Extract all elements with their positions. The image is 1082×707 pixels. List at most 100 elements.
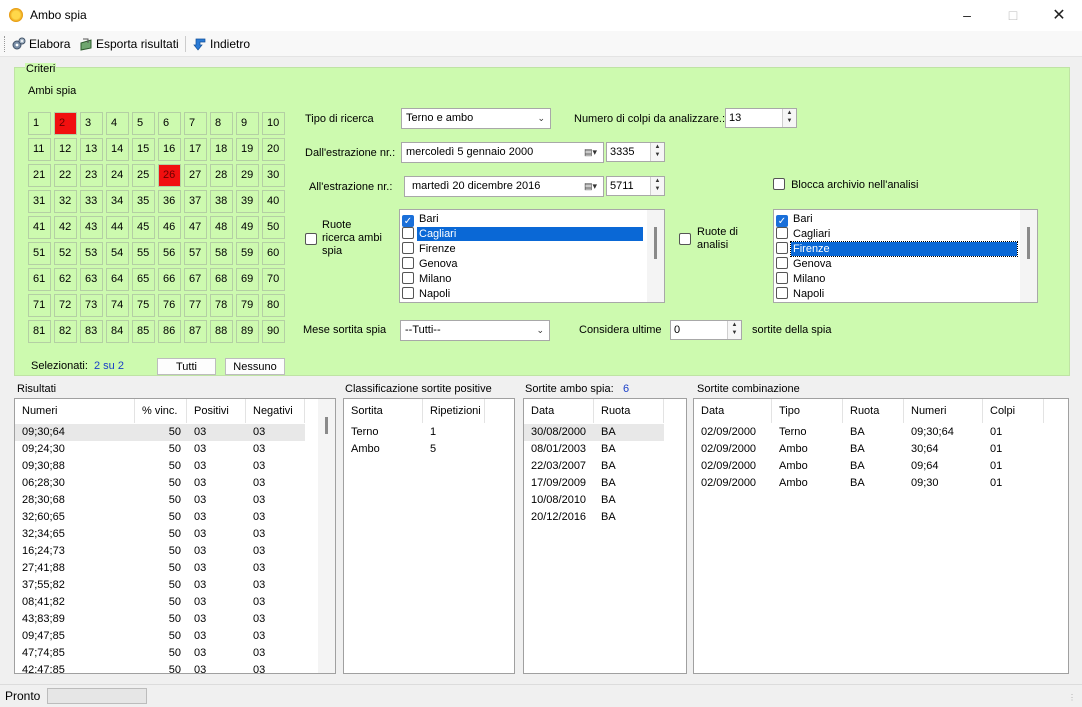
number-cell-45[interactable]: 45 (132, 216, 155, 239)
table-row[interactable]: 27;41;88 50 03 03 (15, 560, 305, 577)
table-row[interactable]: 02/09/2000 Terno BA 09;30;64 01 (694, 424, 1044, 441)
table-row[interactable]: 17/09/2009 BA (524, 475, 664, 492)
indietro-button[interactable]: Indietro (193, 35, 250, 53)
number-cell-25[interactable]: 25 (132, 164, 155, 187)
blocca-archivio-checkbox[interactable]: Blocca archivio nell'analisi (773, 178, 919, 191)
checkbox-icon[interactable] (402, 242, 414, 254)
tutti-button[interactable]: Tutti (157, 358, 216, 375)
calendar-icon[interactable]: ▤▾ (584, 177, 597, 195)
number-cell-85[interactable]: 85 (132, 320, 155, 343)
spinner-arrows-icon[interactable]: ▲ ▼ (782, 109, 796, 127)
ruote-analisi-scrollbar[interactable] (1020, 210, 1037, 302)
ruote-analisi-checkbox[interactable] (679, 232, 691, 246)
table-row[interactable]: 09;24;30 50 03 03 (15, 441, 305, 458)
number-cell-76[interactable]: 76 (158, 294, 181, 317)
number-cell-39[interactable]: 39 (236, 190, 259, 213)
number-cell-44[interactable]: 44 (106, 216, 129, 239)
number-cell-19[interactable]: 19 (236, 138, 259, 161)
ruota-item[interactable]: Genova (402, 257, 460, 272)
table-row[interactable]: 06;28;30 50 03 03 (15, 475, 305, 492)
spinner-arrows-icon[interactable]: ▲ ▼ (727, 321, 741, 339)
number-cell-89[interactable]: 89 (236, 320, 259, 343)
number-cell-58[interactable]: 58 (210, 242, 233, 265)
number-cell-15[interactable]: 15 (132, 138, 155, 161)
risultati-scrollbar[interactable] (318, 399, 335, 673)
maximize-button[interactable]: □ (990, 0, 1036, 31)
number-cell-33[interactable]: 33 (80, 190, 103, 213)
number-cell-46[interactable]: 46 (158, 216, 181, 239)
column-header-2[interactable]: Ruota (843, 399, 904, 423)
table-row[interactable]: 32;34;65 50 03 03 (15, 526, 305, 543)
number-cell-9[interactable]: 9 (236, 112, 259, 135)
number-cell-75[interactable]: 75 (132, 294, 155, 317)
number-cell-83[interactable]: 83 (80, 320, 103, 343)
dall-date-picker[interactable]: mercoledì 5 gennaio 2000 ▤▾ (401, 142, 604, 163)
table-row[interactable]: 08/01/2003 BA (524, 441, 664, 458)
spinner-arrows-icon[interactable]: ▲ ▼ (650, 143, 664, 161)
ruota-item[interactable]: Firenze (402, 242, 458, 257)
number-cell-68[interactable]: 68 (210, 268, 233, 291)
number-cell-16[interactable]: 16 (158, 138, 181, 161)
number-cell-7[interactable]: 7 (184, 112, 207, 135)
ruote-ricerca-checkbox[interactable] (305, 232, 317, 246)
elabora-button[interactable]: Elabora (12, 35, 70, 53)
number-cell-17[interactable]: 17 (184, 138, 207, 161)
number-cell-47[interactable]: 47 (184, 216, 207, 239)
number-cell-3[interactable]: 3 (80, 112, 103, 135)
number-cell-56[interactable]: 56 (158, 242, 181, 265)
number-cell-35[interactable]: 35 (132, 190, 155, 213)
ruota-item[interactable]: Napoli (402, 287, 452, 302)
number-cell-72[interactable]: 72 (54, 294, 77, 317)
number-cell-52[interactable]: 52 (54, 242, 77, 265)
checkbox-icon[interactable]: ✓ (402, 215, 414, 227)
number-cell-65[interactable]: 65 (132, 268, 155, 291)
ruota-item[interactable]: Cagliari (776, 227, 832, 242)
number-cell-51[interactable]: 51 (28, 242, 51, 265)
number-cell-40[interactable]: 40 (262, 190, 285, 213)
column-header-1[interactable]: Ripetizioni (423, 399, 485, 423)
column-header-1[interactable]: Tipo (772, 399, 843, 423)
number-cell-31[interactable]: 31 (28, 190, 51, 213)
number-cell-43[interactable]: 43 (80, 216, 103, 239)
number-cell-26[interactable]: 26 (158, 164, 181, 187)
ruota-item[interactable]: Napoli (776, 287, 826, 302)
ruota-item[interactable]: Milano (776, 272, 827, 287)
ruota-item[interactable]: Cagliari (402, 227, 643, 242)
number-cell-61[interactable]: 61 (28, 268, 51, 291)
minimize-button[interactable]: – (944, 0, 990, 31)
column-header-3[interactable]: Numeri (904, 399, 983, 423)
table-row[interactable]: 43;83;89 50 03 03 (15, 611, 305, 628)
sortite-spia-list[interactable]: 20/12/2016 BA 10/08/2010 BA 17/09/2009 BA 22/0… (523, 398, 687, 674)
number-cell-32[interactable]: 32 (54, 190, 77, 213)
number-cell-30[interactable]: 30 (262, 164, 285, 187)
number-cell-12[interactable]: 12 (54, 138, 77, 161)
number-cell-63[interactable]: 63 (80, 268, 103, 291)
ruota-item[interactable]: ✓ Bari (776, 212, 815, 227)
number-cell-84[interactable]: 84 (106, 320, 129, 343)
number-cell-59[interactable]: 59 (236, 242, 259, 265)
number-cell-34[interactable]: 34 (106, 190, 129, 213)
risultati-list[interactable]: 42;47;85 50 03 03 47;74;85 50 03 03 09;47;85 50 03… (14, 398, 336, 674)
number-cell-6[interactable]: 6 (158, 112, 181, 135)
ruota-item[interactable]: ✓ Bari (402, 212, 441, 227)
number-cell-13[interactable]: 13 (80, 138, 103, 161)
table-row[interactable]: 28;30;68 50 03 03 (15, 492, 305, 509)
number-cell-82[interactable]: 82 (54, 320, 77, 343)
checkbox-icon[interactable] (776, 227, 788, 239)
number-cell-62[interactable]: 62 (54, 268, 77, 291)
number-cell-78[interactable]: 78 (210, 294, 233, 317)
table-row[interactable]: 09;30;88 50 03 03 (15, 458, 305, 475)
considera-spinner[interactable]: 0 ▲ ▼ (670, 320, 742, 340)
column-header-3[interactable]: Negativi (246, 399, 305, 423)
column-header-1[interactable]: Ruota (594, 399, 664, 423)
checkbox-icon[interactable] (776, 242, 788, 254)
column-header-2[interactable]: Positivi (187, 399, 246, 423)
checkbox-icon[interactable] (402, 227, 414, 239)
scrollbar-thumb[interactable] (325, 417, 328, 434)
number-cell-54[interactable]: 54 (106, 242, 129, 265)
number-cell-88[interactable]: 88 (210, 320, 233, 343)
number-cell-24[interactable]: 24 (106, 164, 129, 187)
ruota-item[interactable]: Milano (402, 272, 453, 287)
ruota-item[interactable]: Firenze (776, 241, 1018, 257)
table-row[interactable]: 22/03/2007 BA (524, 458, 664, 475)
